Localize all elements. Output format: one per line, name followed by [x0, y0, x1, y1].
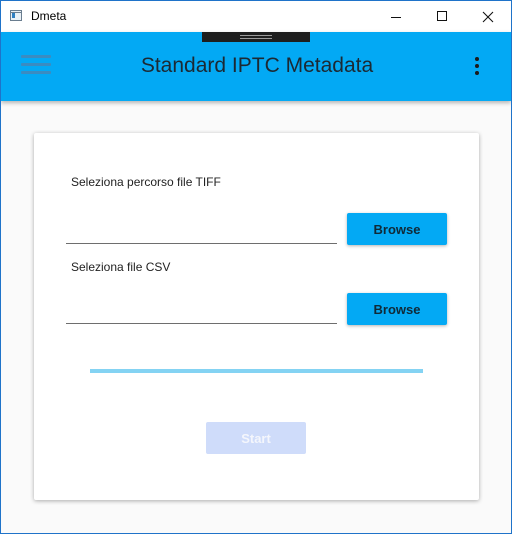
title-bar[interactable]: Dmeta: [1, 1, 511, 32]
window-app-icon[interactable]: [10, 10, 22, 21]
app-bar: Standard IPTC Metadata: [1, 32, 511, 101]
minimize-button[interactable]: [373, 1, 419, 32]
tiff-path-field[interactable]: [66, 243, 337, 244]
start-button[interactable]: Start: [206, 422, 306, 454]
progress-bar: [90, 369, 423, 373]
csv-file-field[interactable]: [66, 323, 337, 324]
tiff-path-label: Seleziona percorso file TIFF: [71, 175, 221, 189]
browse-tiff-button[interactable]: Browse: [347, 213, 447, 245]
page-title: Standard IPTC Metadata: [140, 54, 374, 77]
app-window: Dmeta Standard IPTC Metadata Seleziona p…: [0, 0, 512, 534]
close-button[interactable]: [465, 1, 511, 32]
maximize-button[interactable]: [419, 1, 465, 32]
maximize-icon: [437, 11, 447, 21]
window-title: Dmeta: [31, 9, 67, 23]
form-card: Seleziona percorso file TIFF Browse Sele…: [34, 133, 479, 500]
progress-fill: [90, 369, 423, 373]
browse-csv-button[interactable]: Browse: [347, 293, 447, 325]
csv-file-label: Seleziona file CSV: [71, 260, 171, 274]
close-icon: [482, 11, 494, 23]
minimize-icon: [391, 17, 401, 18]
more-vert-icon[interactable]: [471, 57, 483, 77]
drag-handle[interactable]: [202, 32, 310, 42]
